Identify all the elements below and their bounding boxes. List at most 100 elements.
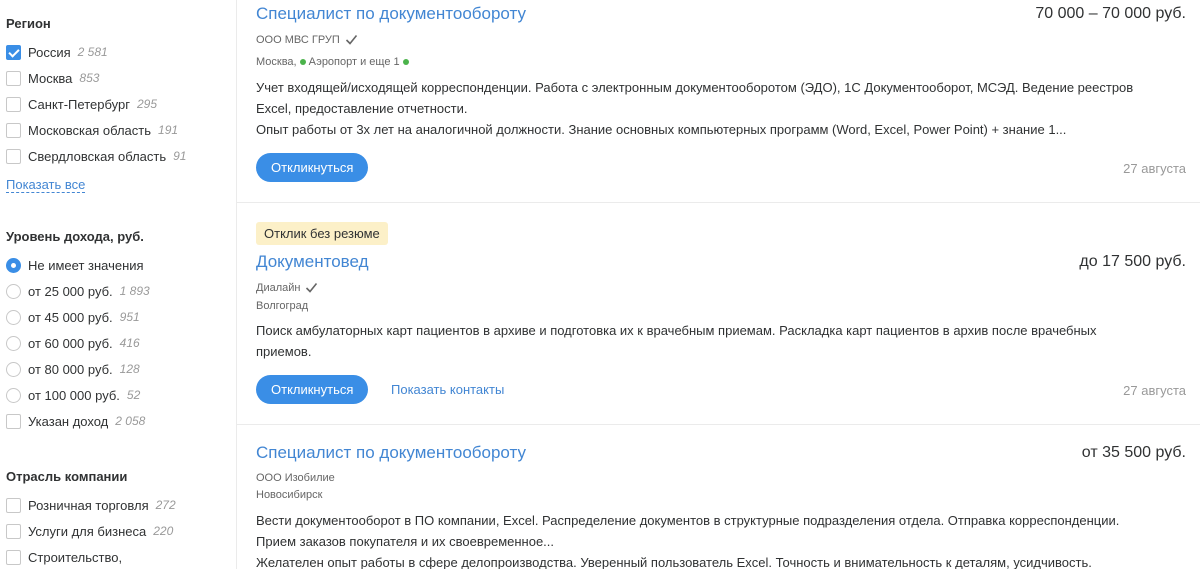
- description-line: Поиск амбулаторных карт пациентов в архи…: [256, 323, 1097, 338]
- option-count: 272: [155, 498, 176, 512]
- industry-option-construction[interactable]: Строительство,: [6, 548, 122, 566]
- region-option-spb[interactable]: Санкт-Петербург 295: [6, 95, 157, 113]
- vacancy-salary: до 17 500 руб.: [1079, 253, 1186, 270]
- option-label: Москва: [28, 70, 73, 86]
- description-line: Excel, предоставление отчетности.: [256, 101, 468, 116]
- vacancy-location: Волгоград: [256, 300, 308, 312]
- option-count: 951: [119, 310, 140, 324]
- income-specified-checkbox[interactable]: Указан доход 2 058: [6, 412, 145, 430]
- vacancy-salary: от 35 500 руб.: [1081, 444, 1186, 461]
- option-count: 191: [158, 123, 179, 137]
- option-label: Не имеет значения: [28, 257, 144, 273]
- company-name-link[interactable]: Диалайн: [256, 282, 300, 294]
- vacancy-description: Учет входящей/исходящей корреспонденции.…: [256, 77, 1176, 140]
- vacancy-title-link[interactable]: Специалист по документообороту: [256, 443, 526, 463]
- checkbox-icon[interactable]: [6, 413, 21, 429]
- option-count: 1 893: [119, 284, 150, 298]
- option-label: Свердловская область: [28, 148, 167, 164]
- vacancy-city: Волгоград: [256, 300, 309, 312]
- option-label: Услуги для бизнеса: [28, 523, 147, 539]
- radio-icon[interactable]: [6, 335, 21, 351]
- radio-icon[interactable]: [6, 361, 21, 377]
- respond-button[interactable]: Откликнуться: [256, 375, 369, 404]
- vacancy-city: Новосибирск: [256, 489, 323, 501]
- vacancy-title-link[interactable]: Специалист по документообороту: [256, 4, 526, 24]
- description-line: Учет входящей/исходящей корреспонденции.…: [256, 80, 1134, 95]
- company-name-link[interactable]: ООО МВС ГРУП: [256, 34, 340, 46]
- option-label: от 45 000 руб.: [28, 309, 113, 325]
- industry-option-retail[interactable]: Розничная торговля 272: [6, 496, 176, 514]
- income-option-80000[interactable]: от 80 000 руб. 128: [6, 360, 140, 378]
- income-option-any[interactable]: Не имеет значения: [6, 256, 144, 274]
- vacancy-card: Специалист по документообороту от 35 500…: [237, 425, 1200, 569]
- region-option-sverdlovsk[interactable]: Свердловская область 91: [6, 147, 186, 165]
- checkbox-checked-icon[interactable]: [6, 44, 21, 60]
- region-filter-title: Регион: [6, 16, 51, 31]
- vacancy-metro: Аэропорт и еще 1: [308, 56, 400, 68]
- income-option-100000[interactable]: от 100 000 руб. 52: [6, 386, 140, 404]
- option-count: 853: [79, 71, 100, 85]
- checkbox-icon[interactable]: [6, 497, 21, 513]
- vacancy-description: Поиск амбулаторных карт пациентов в архи…: [256, 320, 1176, 362]
- checkbox-icon[interactable]: [6, 549, 21, 565]
- vacancy-location: Новосибирск: [256, 489, 322, 501]
- option-label: Указан доход: [28, 413, 109, 429]
- region-option-russia[interactable]: Россия 2 581: [6, 43, 108, 61]
- verified-check-icon: [306, 282, 318, 293]
- option-label: от 100 000 руб.: [28, 387, 120, 403]
- vacancy-salary: 70 000 – 70 000 руб.: [1035, 5, 1186, 22]
- region-option-moscow[interactable]: Москва 853: [6, 69, 99, 87]
- option-label: от 60 000 руб.: [28, 335, 113, 351]
- no-resume-badge: Отклик без резюме: [256, 222, 388, 245]
- radio-checked-icon[interactable]: [6, 257, 21, 273]
- show-contacts-link[interactable]: Показать контакты: [391, 382, 504, 397]
- income-option-45000[interactable]: от 45 000 руб. 951: [6, 308, 140, 326]
- option-count: 128: [119, 362, 140, 376]
- industry-filter-title: Отрасль компании: [6, 469, 128, 484]
- income-option-25000[interactable]: от 25 000 руб. 1 893: [6, 282, 150, 300]
- checkbox-icon[interactable]: [6, 523, 21, 539]
- vacancy-company: Диалайн: [256, 281, 318, 294]
- income-option-60000[interactable]: от 60 000 руб. 416: [6, 334, 140, 352]
- vacancy-title-link[interactable]: Документовед: [256, 252, 369, 272]
- metro-icon: [299, 59, 306, 65]
- region-option-moscow-oblast[interactable]: Московская область 191: [6, 121, 178, 139]
- vacancy-card: Специалист по документообороту 70 000 – …: [237, 0, 1200, 202]
- industry-option-business-services[interactable]: Услуги для бизнеса 220: [6, 522, 173, 540]
- radio-icon[interactable]: [6, 283, 21, 299]
- checkbox-icon[interactable]: [6, 96, 21, 112]
- description-line: приемов.: [256, 344, 312, 359]
- vacancy-city: Москва,: [256, 56, 297, 68]
- checkbox-icon[interactable]: [6, 148, 21, 164]
- verified-check-icon: [345, 34, 357, 45]
- radio-icon[interactable]: [6, 387, 21, 403]
- radio-icon[interactable]: [6, 309, 21, 325]
- option-label: Розничная торговля: [28, 497, 149, 513]
- option-label: Россия: [28, 44, 71, 60]
- checkbox-icon[interactable]: [6, 70, 21, 86]
- option-count: 2 581: [77, 45, 108, 59]
- respond-button[interactable]: Откликнуться: [256, 153, 369, 182]
- checkbox-icon[interactable]: [6, 122, 21, 138]
- vacancy-card: Отклик без резюме Документовед до 17 500…: [237, 203, 1200, 424]
- income-filter-title: Уровень дохода, руб.: [6, 229, 144, 244]
- company-name-link[interactable]: ООО Изобилие: [256, 472, 335, 484]
- option-label: от 80 000 руб.: [28, 361, 113, 377]
- filters-sidebar: Регион Россия 2 581 Москва 853 Санкт-Пет…: [0, 0, 236, 569]
- option-label: Московская область: [28, 122, 152, 138]
- vacancy-date: 27 августа: [1123, 161, 1186, 176]
- description-line: Вести документооборот в ПО компании, Exc…: [256, 513, 1120, 528]
- option-count: 52: [126, 388, 141, 402]
- description-line: Опыт работы от 3х лет на аналогичной дол…: [256, 122, 1067, 137]
- show-all-regions-link[interactable]: Показать все: [6, 178, 86, 193]
- description-line: Желателен опыт работы в сфере делопроизв…: [256, 555, 1092, 569]
- option-count: 91: [173, 149, 187, 163]
- vacancy-company: ООО Изобилие: [256, 472, 335, 484]
- vacancy-location: Москва, Аэропорт и еще 1: [256, 56, 412, 68]
- vacancy-company: ООО МВС ГРУП: [256, 33, 358, 46]
- option-count: 295: [136, 97, 157, 111]
- metro-icon: [402, 59, 409, 65]
- option-count: 220: [153, 524, 174, 538]
- option-label: Строительство,: [28, 549, 123, 565]
- vacancy-date: 27 августа: [1123, 383, 1186, 398]
